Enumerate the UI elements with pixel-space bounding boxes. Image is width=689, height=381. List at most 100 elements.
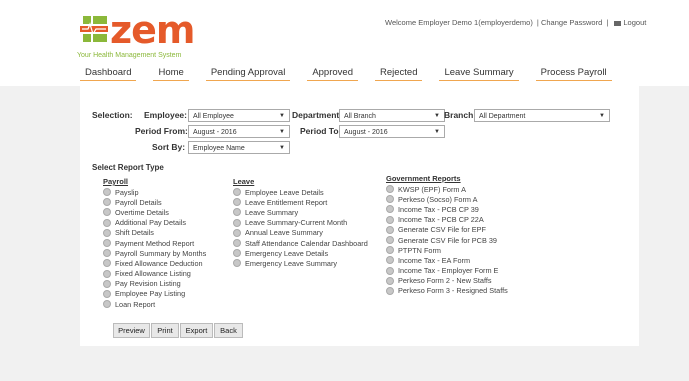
payroll-option[interactable]: Pay Revision Listing [103, 279, 206, 289]
payroll-option-label: Payment Method Report [115, 238, 195, 248]
radio-icon[interactable] [386, 236, 394, 245]
leave-option-label: Employee Leave Details [245, 187, 324, 197]
radio-icon[interactable] [386, 246, 394, 255]
radio-icon[interactable] [103, 300, 111, 309]
nav-home[interactable]: Home [153, 64, 189, 81]
leave-option[interactable]: Emergency Leave Details [233, 248, 368, 258]
government-title: Government Reports [386, 174, 461, 183]
nav-dashboard[interactable]: Dashboard [80, 64, 137, 81]
radio-icon[interactable] [103, 249, 111, 258]
radio-icon[interactable] [103, 188, 111, 197]
payroll-option[interactable]: Payroll Details [103, 197, 206, 207]
payroll-option[interactable]: Payment Method Report [103, 238, 206, 248]
government-option[interactable]: Income Tax - PCB CP 22A [386, 215, 508, 225]
employee-select-value: All Employee [193, 113, 234, 120]
sort-by-select[interactable]: Employee Name ▼ [188, 141, 290, 154]
payroll-reports: Payroll Payslip Payroll Details Overtime D… [103, 177, 206, 309]
government-option[interactable]: Income Tax - EA Form [386, 255, 508, 265]
radio-icon[interactable] [386, 205, 394, 214]
department-select[interactable]: All Branch ▼ [339, 109, 445, 122]
radio-icon[interactable] [233, 249, 241, 258]
payroll-option[interactable]: Payslip [103, 187, 206, 197]
payroll-option[interactable]: Shift Details [103, 228, 206, 238]
government-option[interactable]: Perkeso (Socso) Form A [386, 194, 508, 204]
export-button[interactable]: Export [180, 323, 213, 338]
leave-option[interactable]: Leave Summary-Current Month [233, 218, 368, 228]
leave-option[interactable]: Leave Entitlement Report [233, 197, 368, 207]
radio-icon[interactable] [233, 259, 241, 268]
payroll-option[interactable]: Fixed Allowance Deduction [103, 258, 206, 268]
chevron-down-icon: ▼ [279, 113, 285, 119]
leave-option[interactable]: Staff Attendance Calendar Dashboard [233, 238, 368, 248]
radio-icon[interactable] [103, 208, 111, 217]
period-to-select[interactable]: August - 2016 ▼ [339, 125, 445, 138]
radio-icon[interactable] [233, 188, 241, 197]
nav-approved[interactable]: Approved [307, 64, 358, 81]
radio-icon[interactable] [233, 208, 241, 217]
chevron-down-icon: ▼ [599, 113, 605, 119]
nav-rejected[interactable]: Rejected [374, 64, 423, 81]
radio-icon[interactable] [103, 239, 111, 248]
payroll-option[interactable]: Fixed Allowance Listing [103, 269, 206, 279]
payroll-option[interactable]: Employee Pay Listing [103, 289, 206, 299]
preview-button[interactable]: Preview [113, 323, 150, 338]
period-from-select[interactable]: August - 2016 ▼ [188, 125, 290, 138]
government-option[interactable]: KWSP (EPF) Form A [386, 184, 508, 194]
government-option-label: Perkeso Form 2 - New Staffs [398, 276, 492, 286]
radio-icon[interactable] [386, 215, 394, 224]
logo-text: zem [110, 8, 195, 52]
government-option[interactable]: Income Tax - PCB CP 39 [386, 204, 508, 214]
print-button[interactable]: Print [151, 323, 179, 338]
radio-icon[interactable] [103, 259, 111, 268]
radio-icon[interactable] [233, 239, 241, 248]
radio-icon[interactable] [386, 185, 394, 194]
employee-select[interactable]: All Employee ▼ [188, 109, 290, 122]
leave-option[interactable]: Leave Summary [233, 207, 368, 217]
radio-icon[interactable] [103, 289, 111, 298]
radio-icon[interactable] [386, 256, 394, 265]
leave-option[interactable]: Annual Leave Summary [233, 228, 368, 238]
radio-icon[interactable] [233, 198, 241, 207]
nav-leave-summary[interactable]: Leave Summary [439, 64, 519, 81]
payroll-option[interactable]: Loan Report [103, 299, 206, 309]
radio-icon[interactable] [386, 225, 394, 234]
sort-by-label: Sort By: [152, 142, 186, 152]
payroll-option[interactable]: Overtime Details [103, 207, 206, 217]
radio-icon[interactable] [103, 198, 111, 207]
logout-icon [614, 20, 622, 26]
period-from-label: Period From: [135, 126, 188, 136]
radio-icon[interactable] [103, 228, 111, 237]
change-password-link[interactable]: Change Password [541, 18, 602, 27]
branch-label: Branch: [444, 110, 477, 120]
radio-icon[interactable] [103, 218, 111, 227]
government-option-label: Income Tax - EA Form [398, 255, 471, 265]
chevron-down-icon: ▼ [279, 145, 285, 151]
nav-pending-approval[interactable]: Pending Approval [205, 64, 291, 81]
government-option[interactable]: PTPTN Form [386, 245, 508, 255]
radio-icon[interactable] [386, 276, 394, 285]
branch-select[interactable]: All Department ▼ [474, 109, 610, 122]
radio-icon[interactable] [233, 218, 241, 227]
leave-option[interactable]: Emergency Leave Summary [233, 258, 368, 268]
leave-title: Leave [233, 177, 255, 186]
radio-icon[interactable] [233, 228, 241, 237]
nav-process-payroll[interactable]: Process Payroll [535, 64, 612, 81]
radio-icon[interactable] [386, 286, 394, 295]
radio-icon[interactable] [103, 269, 111, 278]
government-option[interactable]: Income Tax - Employer Form E [386, 266, 508, 276]
radio-icon[interactable] [386, 195, 394, 204]
government-option[interactable]: Perkeso Form 2 - New Staffs [386, 276, 508, 286]
radio-icon[interactable] [386, 266, 394, 275]
government-option-label: Income Tax - PCB CP 22A [398, 215, 484, 225]
payroll-option[interactable]: Additional Pay Details [103, 218, 206, 228]
logout-link[interactable]: Logout [623, 18, 646, 27]
government-option[interactable]: Generate CSV File for PCB 39 [386, 235, 508, 245]
radio-icon[interactable] [103, 279, 111, 288]
selection-label: Selection: [92, 110, 133, 120]
period-from-value: August - 2016 [193, 129, 237, 136]
payroll-option[interactable]: Payroll Summary by Months [103, 248, 206, 258]
leave-option[interactable]: Employee Leave Details [233, 187, 368, 197]
government-option[interactable]: Generate CSV File for EPF [386, 225, 508, 235]
government-option[interactable]: Perkeso Form 3 - Resigned Staffs [386, 286, 508, 296]
back-button[interactable]: Back [214, 323, 243, 338]
